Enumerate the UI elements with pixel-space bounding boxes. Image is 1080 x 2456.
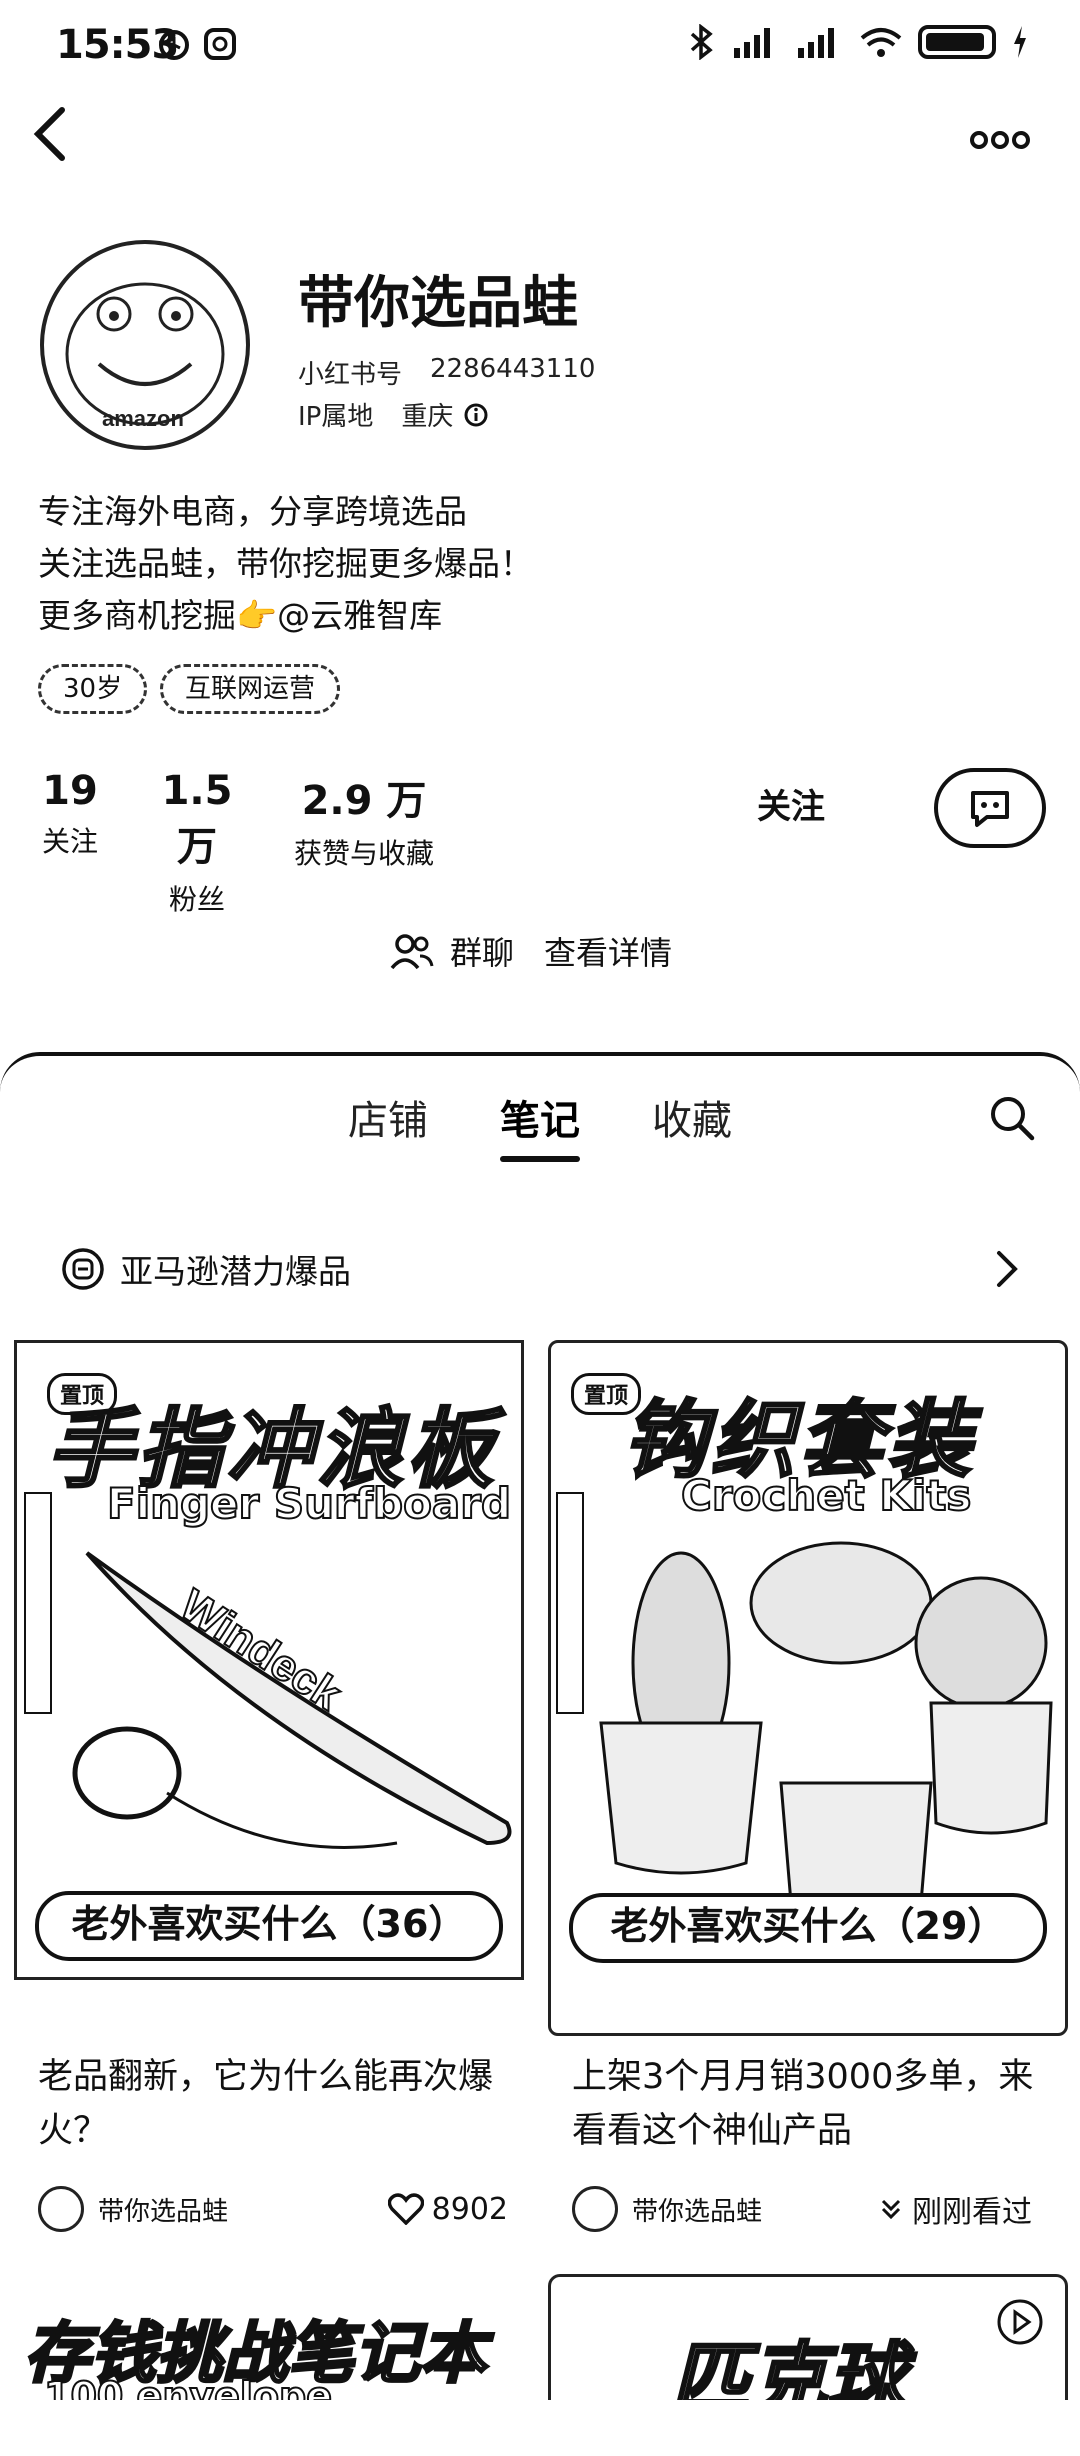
frog-avatar-image: amazon — [65, 282, 225, 431]
collection-label: 亚马逊潜力爆品 — [120, 1252, 351, 1291]
xhs-id-value[interactable]: 2286443110 — [430, 354, 595, 391]
tab-shop[interactable]: 店铺 — [348, 1088, 428, 1162]
search-button[interactable] — [984, 1090, 1044, 1150]
cover-banner-1: 老外喜欢买什么（36） — [35, 1891, 503, 1961]
double-chevron-down-icon — [881, 2199, 901, 2220]
group-chat-row[interactable]: 群聊 查看详情 — [390, 928, 672, 974]
like-count-1: 8902 — [431, 2191, 508, 2227]
note-cover-4[interactable]: 匹克球 — [548, 2274, 1068, 2400]
tab-bar: 店铺 笔记 收藏 — [0, 1088, 1080, 1162]
stat-followers[interactable]: 1.5 万 粉丝 — [142, 768, 252, 918]
status-left-icons — [156, 26, 238, 62]
tab-notes[interactable]: 笔记 — [500, 1088, 580, 1162]
stat-following-value: 19 — [42, 768, 98, 814]
stat-followers-value: 1.5 万 — [161, 768, 233, 870]
charging-icon — [1014, 26, 1026, 58]
search-icon — [991, 1097, 1035, 1141]
bio-line-1: 专注海外电商，分享跨境选品 — [38, 492, 467, 531]
note-title-2[interactable]: 上架3个月月销3000多单，来看看这个神仙产品 — [572, 2050, 1062, 2158]
note-card-3[interactable]: 存钱挑战笔记本 100 envelope challenge — [14, 2290, 524, 2401]
stat-following[interactable]: 19 关注 — [38, 768, 102, 860]
group-chat-label: 群聊 — [450, 934, 515, 972]
stat-following-label: 关注 — [41, 825, 98, 858]
note-author-1[interactable]: 带你选品蛙 — [98, 2191, 228, 2228]
chevron-right-icon — [997, 1251, 1018, 1287]
note-author-2[interactable]: 带你选品蛙 — [632, 2191, 762, 2228]
note-author-row-1: 带你选品蛙 8902 — [38, 2186, 508, 2232]
more-button[interactable] — [960, 110, 1040, 170]
tab-collections[interactable]: 收藏 — [652, 1088, 732, 1162]
hd-signal-icon — [734, 28, 770, 58]
xhs-id-label: 小红书号 — [298, 360, 403, 390]
surfboard-image: Windeck — [24, 1492, 512, 1849]
more-dots-icon — [970, 131, 1030, 149]
xhs-id-row: 小红书号 2286443110 — [298, 354, 595, 391]
bio-line-3: 更多商机挖掘👉@云雅智库 — [38, 596, 443, 635]
notification-icon — [204, 28, 236, 60]
author-avatar[interactable] — [38, 2186, 84, 2232]
group-users-icon — [390, 934, 434, 970]
cover-subtitle-3: 100 envelope challenge — [43, 2373, 333, 2400]
ip-label: IP属地 — [298, 402, 374, 432]
stat-likes-collects[interactable]: 2.9 万 获赞与收藏 — [284, 768, 444, 872]
ip-row: IP属地 重庆 — [298, 396, 489, 433]
avatar[interactable]: amazon — [40, 240, 250, 450]
message-button[interactable] — [934, 768, 1046, 848]
status-right-icons — [686, 24, 1030, 60]
battery-icon — [918, 25, 996, 59]
ip-location: 重庆 — [401, 402, 454, 432]
recently-viewed: 刚刚看过 — [878, 2187, 1032, 2231]
note-title-1[interactable]: 老品翻新，它为什么能再次爆火？ — [38, 2050, 528, 2158]
avatar-amazon-text: amazon — [102, 406, 184, 431]
info-icon[interactable] — [463, 402, 489, 428]
bio-line-2: 关注选品蛙，带你挖掘更多爆品！ — [38, 544, 533, 583]
note-cover-1[interactable]: 置顶 手指冲浪板 Finger Surfboard Windeck 老外喜欢买什… — [14, 1340, 524, 1980]
stat-likes-value: 2.9 万 — [301, 778, 427, 824]
note-card-4[interactable]: 匹克球 — [548, 2274, 1068, 2400]
note-author-row-2: 带你选品蛙 刚刚看过 — [572, 2186, 1032, 2232]
tag-occupation: 互联网运营 — [160, 664, 341, 714]
follow-button[interactable]: 关注 — [716, 772, 866, 842]
note-cover-2[interactable]: 置顶 钩织套装 Crochet Kits 老外喜欢买什么（29） — [548, 1340, 1068, 2036]
chat-bubble-icon — [971, 791, 1009, 827]
play-icon — [997, 2299, 1043, 2345]
cover-banner-2: 老外喜欢买什么（29） — [569, 1893, 1047, 1963]
stat-likes-label: 获赞与收藏 — [293, 837, 434, 870]
alarm-icon — [159, 30, 189, 60]
bluetooth-icon — [690, 24, 713, 60]
note-card-1[interactable]: 置顶 手指冲浪板 Finger Surfboard Windeck 老外喜欢买什… — [14, 1340, 524, 1980]
recently-viewed-label: 刚刚看过 — [912, 2195, 1032, 2230]
stat-followers-label: 粉丝 — [168, 883, 225, 916]
collection-row[interactable]: 亚马逊潜力爆品 — [60, 1232, 1020, 1306]
nickname: 带你选品蛙 — [298, 271, 578, 336]
chevron-left-icon — [33, 107, 65, 161]
author-avatar[interactable] — [572, 2186, 618, 2232]
group-detail-link[interactable]: 查看详情 — [544, 928, 672, 974]
hd-signal-icon — [798, 28, 834, 58]
wifi-icon — [860, 28, 902, 57]
cover-title-4: 匹克球 — [669, 2334, 906, 2401]
like-button-1[interactable]: 8902 — [387, 2191, 508, 2227]
tag-age: 30岁 — [38, 664, 148, 714]
heart-icon — [387, 2193, 424, 2225]
back-button[interactable] — [30, 100, 90, 180]
note-card-2[interactable]: 置顶 钩织套装 Crochet Kits 老外喜欢买什么（29） — [548, 1340, 1068, 2036]
collection-icon — [62, 1248, 104, 1290]
